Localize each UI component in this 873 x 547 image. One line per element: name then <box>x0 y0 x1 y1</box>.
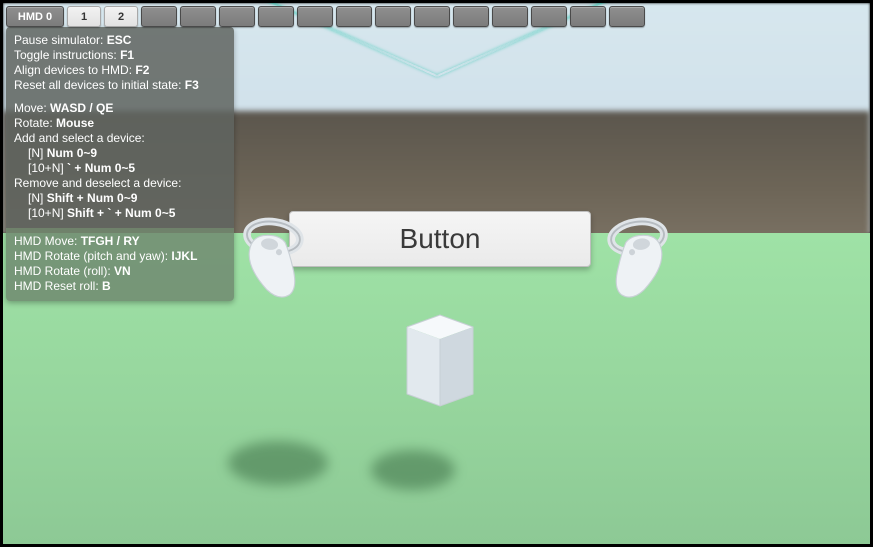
device-btn-empty[interactable] <box>414 6 450 27</box>
xr-simulator-viewport: Button <box>0 0 873 547</box>
cube-shadow <box>358 443 468 498</box>
instruction-row: Pause simulator: ESC <box>14 33 226 48</box>
device-btn-empty[interactable] <box>570 6 606 27</box>
instruction-row: Toggle instructions: F1 <box>14 48 226 63</box>
instruction-row: [10+N] ` + Num 0~5 <box>14 161 226 176</box>
controller-shadow-left <box>218 433 338 493</box>
device-btn-empty[interactable] <box>336 6 372 27</box>
device-btn-2[interactable]: 2 <box>104 6 138 27</box>
device-btn-empty[interactable] <box>141 6 177 27</box>
instruction-row: [N] Shift + Num 0~9 <box>14 191 226 206</box>
white-cube <box>401 313 479 408</box>
vr-controller-left <box>222 203 329 310</box>
instruction-row: [10+N] Shift + ` + Num 0~5 <box>14 206 226 221</box>
device-btn-empty[interactable] <box>531 6 567 27</box>
instruction-row: HMD Move: TFGH / RY <box>14 234 226 249</box>
instruction-row: Remove and deselect a device: <box>14 176 226 191</box>
instructions-section-hmd: HMD Move: TFGH / RY HMD Rotate (pitch an… <box>6 228 234 301</box>
device-btn-hmd[interactable]: HMD 0 <box>6 6 64 27</box>
device-btn-1-label: 1 <box>81 11 87 23</box>
device-btn-empty[interactable] <box>219 6 255 27</box>
world-canvas-button-label: Button <box>400 223 481 255</box>
world-canvas-button[interactable]: Button <box>289 211 591 267</box>
device-btn-empty[interactable] <box>492 6 528 27</box>
instruction-row: Add and select a device: <box>14 131 226 146</box>
instruction-row: [N] Num 0~9 <box>14 146 226 161</box>
instructions-panel: Pause simulator: ESC Toggle instructions… <box>6 27 234 301</box>
device-btn-1[interactable]: 1 <box>67 6 101 27</box>
instruction-row: HMD Rotate (roll): VN <box>14 264 226 279</box>
device-btn-empty[interactable] <box>609 6 645 27</box>
instruction-row: Rotate: Mouse <box>14 116 226 131</box>
instruction-row: HMD Rotate (pitch and yaw): IJKL <box>14 249 226 264</box>
device-btn-empty[interactable] <box>297 6 333 27</box>
device-btn-empty[interactable] <box>180 6 216 27</box>
instruction-row: Align devices to HMD: F2 <box>14 63 226 78</box>
instructions-section-global: Pause simulator: ESC Toggle instructions… <box>6 27 234 228</box>
instruction-row: HMD Reset roll: B <box>14 279 226 294</box>
device-btn-hmd-label: HMD 0 <box>18 11 52 23</box>
vr-controller-right <box>582 203 689 310</box>
device-btn-empty[interactable] <box>453 6 489 27</box>
device-btn-empty[interactable] <box>258 6 294 27</box>
device-select-bar: HMD 0 1 2 <box>6 6 645 27</box>
device-btn-empty[interactable] <box>375 6 411 27</box>
instruction-row: Move: WASD / QE <box>14 101 226 116</box>
device-btn-2-label: 2 <box>118 11 124 23</box>
instruction-row: Reset all devices to initial state: F3 <box>14 78 226 93</box>
